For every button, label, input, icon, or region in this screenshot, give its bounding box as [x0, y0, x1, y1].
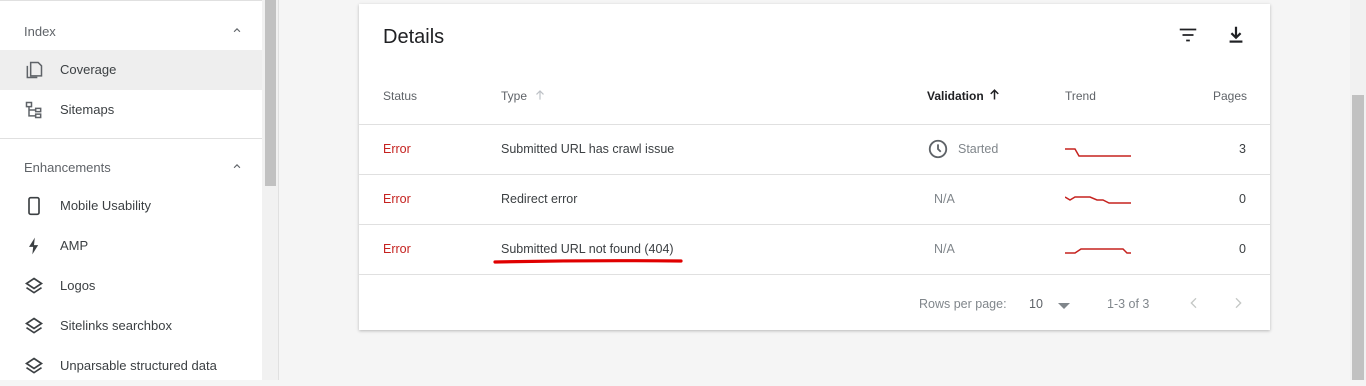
sidebar-item-label: Sitemaps — [60, 102, 115, 117]
sidebar-item-sitelinks-searchbox[interactable]: Sitelinks searchbox — [0, 306, 262, 346]
column-header-validation[interactable]: Validation — [927, 89, 999, 103]
sidebar-item-label: Sitelinks searchbox — [60, 318, 172, 333]
sidebar: Index Coverage Sitemaps Enhancements Mob… — [0, 0, 262, 380]
phone-icon — [28, 196, 40, 216]
divider — [278, 0, 279, 380]
page-scrollbar-thumb[interactable] — [1352, 95, 1364, 380]
bolt-icon — [29, 237, 39, 255]
validation-cell: Started — [958, 142, 999, 156]
clock-icon — [928, 139, 948, 159]
index-header-label: Index — [24, 24, 56, 39]
status-cell: Error — [383, 142, 411, 156]
pagination-range: 1-3 of 3 — [1107, 297, 1150, 311]
type-cell: Redirect error — [501, 192, 578, 206]
type-header-label: Type — [501, 89, 528, 103]
sidebar-scrollbar-thumb[interactable] — [265, 0, 276, 186]
filter-icon[interactable] — [1177, 24, 1199, 46]
chevron-left-icon[interactable] — [1186, 295, 1202, 311]
trend-sparkline — [1065, 248, 1131, 254]
sidebar-item-label: Unparsable structured data — [60, 358, 217, 373]
type-cell: Submitted URL has crawl issue — [501, 142, 675, 156]
status-cell: Error — [383, 242, 411, 256]
validation-header-label: Validation — [927, 89, 984, 103]
trend-sparkline — [1065, 196, 1131, 204]
pages-cell: 0 — [1239, 192, 1246, 206]
table-row[interactable]: Error Submitted URL not found (404) N/A … — [359, 224, 1270, 275]
layers-icon — [24, 357, 44, 374]
dropdown-arrow-icon[interactable] — [1056, 299, 1072, 311]
divider — [0, 138, 262, 139]
pages-cell: 3 — [1239, 142, 1246, 156]
enhancements-section-header[interactable]: Enhancements — [24, 160, 244, 175]
rows-per-page-label: Rows per page: — [919, 297, 1007, 311]
status-cell: Error — [383, 192, 411, 206]
sidebar-scrollbar[interactable] — [262, 0, 278, 380]
sidebar-item-label: Mobile Usability — [60, 198, 152, 213]
validation-cell: N/A — [934, 192, 955, 206]
page-scrollbar[interactable] — [1350, 0, 1366, 380]
trend-sparkline — [1065, 148, 1131, 157]
table-row[interactable]: Error Submitted URL has crawl issue Star… — [359, 124, 1270, 175]
details-title: Details — [383, 26, 445, 48]
layers-icon — [24, 277, 44, 294]
arrow-up-icon — [536, 90, 544, 100]
validation-cell: N/A — [934, 242, 955, 256]
chevron-up-icon[interactable] — [230, 159, 244, 173]
download-icon[interactable] — [1225, 24, 1247, 46]
rows-per-page-select[interactable]: 10 — [1029, 297, 1043, 311]
sidebar-item-sitemaps[interactable]: Sitemaps — [0, 90, 262, 130]
column-header-status[interactable]: Status — [383, 89, 417, 103]
sidebar-item-unparsable-structured-data[interactable]: Unparsable structured data — [0, 346, 262, 386]
divider — [0, 0, 262, 1]
column-header-pages[interactable]: Pages — [1213, 89, 1247, 103]
enhancements-header-label: Enhancements — [24, 160, 111, 175]
arrow-up-icon — [990, 89, 999, 100]
chevron-right-icon[interactable] — [1230, 295, 1246, 311]
sidebar-item-mobile-usability[interactable]: Mobile Usability — [0, 186, 262, 226]
sidebar-item-coverage[interactable]: Coverage — [0, 50, 262, 90]
column-header-trend: Trend — [1065, 89, 1096, 103]
type-cell: Submitted URL not found (404) — [501, 242, 674, 256]
sidebar-item-label: Logos — [60, 278, 96, 293]
annotation-underline — [493, 259, 683, 264]
sidebar-item-logos[interactable]: Logos — [0, 266, 262, 306]
coverage-icon — [26, 61, 43, 79]
layers-icon — [24, 317, 44, 334]
chevron-up-icon[interactable] — [230, 23, 244, 37]
sidebar-item-label: Coverage — [60, 62, 117, 77]
divider — [359, 274, 1270, 275]
table-row[interactable]: Error Redirect error N/A 0 — [359, 174, 1270, 225]
sidebar-item-amp[interactable]: AMP — [0, 226, 262, 266]
index-section-header[interactable]: Index — [24, 24, 244, 39]
pages-cell: 0 — [1239, 242, 1246, 256]
details-card: Details Status Type Validation Trend Pag… — [359, 4, 1270, 330]
sidebar-item-label: AMP — [60, 238, 89, 253]
sitemaps-icon — [25, 101, 42, 119]
column-header-type[interactable]: Type — [501, 89, 544, 103]
